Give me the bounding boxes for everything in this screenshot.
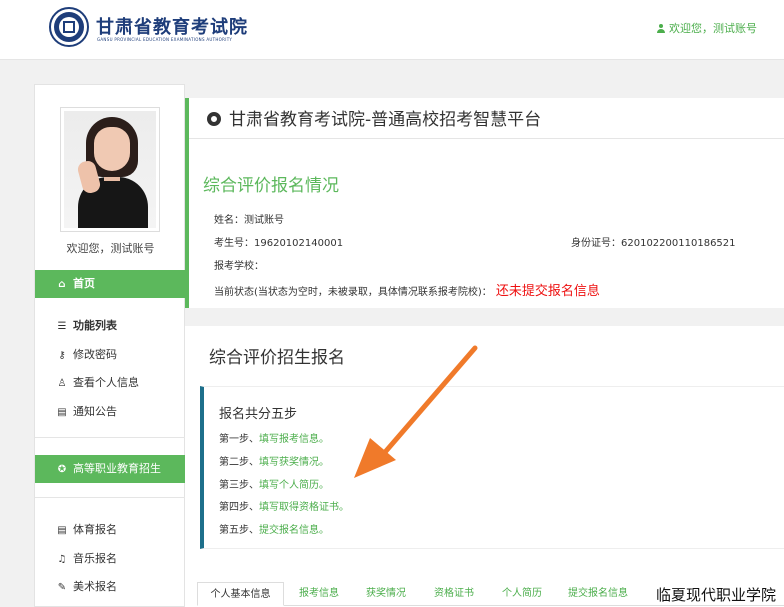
- step-link-awards[interactable]: 填写获奖情况。: [259, 457, 329, 468]
- music-icon: ♫: [57, 554, 67, 565]
- brush-icon: ✎: [57, 582, 67, 593]
- step-item: 第四步、填写取得资格证书。: [219, 502, 349, 513]
- sidebar-item-change-password[interactable]: ⚷ 修改密码: [57, 346, 117, 362]
- sidebar-item-label: 首页: [73, 277, 95, 290]
- step-link-application[interactable]: 填写报考信息。: [259, 434, 329, 445]
- step-item: 第五步、提交报名信息。: [219, 525, 329, 536]
- sidebar-item-sports[interactable]: ▤ 体育报名: [57, 521, 117, 537]
- sidebar-item-home[interactable]: ⌂ 首页: [35, 270, 186, 298]
- info-name: 姓名：测试账号: [214, 215, 284, 226]
- tab-resume[interactable]: 个人简历: [491, 582, 553, 606]
- status-badge: 还未提交报名信息: [495, 284, 600, 299]
- info-exam-number: 考生号：19620102140001: [214, 238, 344, 249]
- annotation-arrow-icon: [354, 345, 478, 478]
- tab-personal-info[interactable]: 个人基本信息: [197, 582, 284, 606]
- sidebar: 欢迎您，测试账号 ⌂ 首页 ☰ 功能列表 ⚷ 修改密码 ♙ 查看个人信息 ▤ 通知公告 ✪…: [34, 84, 186, 607]
- user-icon: [657, 24, 665, 33]
- step-link-resume[interactable]: 填写个人简历。: [259, 480, 329, 491]
- step-item: 第二步、填写获奖情况。: [219, 457, 329, 468]
- graduation-cap-icon: ✪: [57, 464, 67, 475]
- list-icon: ☰: [57, 321, 67, 332]
- step-item: 第一步、填写报考信息。: [219, 434, 329, 445]
- tab-submit[interactable]: 提交报名信息: [559, 582, 637, 606]
- info-status: 当前状态(当状态为空时，未被录取，具体情况联系报考院校)： 还未提交报名信息: [214, 284, 600, 299]
- file-icon: ▤: [57, 407, 67, 418]
- tab-certificates[interactable]: 资格证书: [423, 582, 485, 606]
- info-id-number: 身份证号：620102200110186521: [571, 238, 736, 249]
- sidebar-item-notices[interactable]: ▤ 通知公告: [57, 403, 117, 419]
- divider: [189, 138, 784, 139]
- info-school: 报考学校：: [214, 261, 264, 272]
- step-link-submit[interactable]: 提交报名信息。: [259, 525, 329, 536]
- section-title-status: 综合评价报名情况: [203, 176, 339, 196]
- accent-bar: [185, 98, 189, 308]
- welcome-text: 欢迎您，测试账号: [669, 22, 757, 35]
- divider: [35, 497, 186, 498]
- home-icon: ⌂: [58, 279, 66, 290]
- sidebar-section-functions: ☰ 功能列表: [57, 319, 117, 332]
- sidebar-item-music[interactable]: ♫ 音乐报名: [57, 550, 117, 566]
- sidebar-item-profile[interactable]: ♙ 查看个人信息: [57, 374, 139, 390]
- steps-panel: 报名共分五步 第一步、填写报考信息。 第二步、填写获奖情况。 第三步、填写个人简…: [200, 386, 784, 549]
- divider: [35, 437, 186, 438]
- site-title: 甘肃省教育考试院: [96, 17, 248, 38]
- gear-icon: [207, 112, 221, 126]
- section-title-registration: 综合评价招生报名: [209, 348, 345, 368]
- welcome-user-link[interactable]: 欢迎您，测试账号: [657, 20, 757, 36]
- user-icon: ♙: [57, 378, 67, 389]
- sidebar-item-art[interactable]: ✎ 美术报名: [57, 578, 117, 594]
- watermark: 临夏现代职业学院: [653, 584, 778, 605]
- site-subtitle: GANSU PROVINCIAL EDUCATION EXAMINATIONS …: [97, 37, 233, 42]
- page-title: 甘肃省教育考试院-普通高校招考智慧平台: [207, 105, 541, 130]
- steps-heading: 报名共分五步: [219, 407, 298, 422]
- tab-application-info[interactable]: 报考信息: [289, 582, 349, 606]
- avatar-photo: [64, 111, 156, 228]
- key-icon: ⚷: [58, 350, 66, 361]
- step-item: 第三步、填写个人简历。: [219, 480, 329, 491]
- logo-seal-icon: [49, 7, 89, 47]
- header: 甘肃省教育考试院 GANSU PROVINCIAL EDUCATION EXAM…: [0, 0, 784, 60]
- tab-awards[interactable]: 获奖情况: [355, 582, 417, 606]
- file-icon: ▤: [57, 525, 67, 536]
- sidebar-item-vocational[interactable]: ✪ 高等职业教育招生: [35, 455, 186, 483]
- avatar-caption: 欢迎您，测试账号: [66, 242, 155, 255]
- section-gap: [185, 308, 784, 326]
- step-link-certificates[interactable]: 填写取得资格证书。: [259, 502, 349, 513]
- avatar: [60, 107, 160, 232]
